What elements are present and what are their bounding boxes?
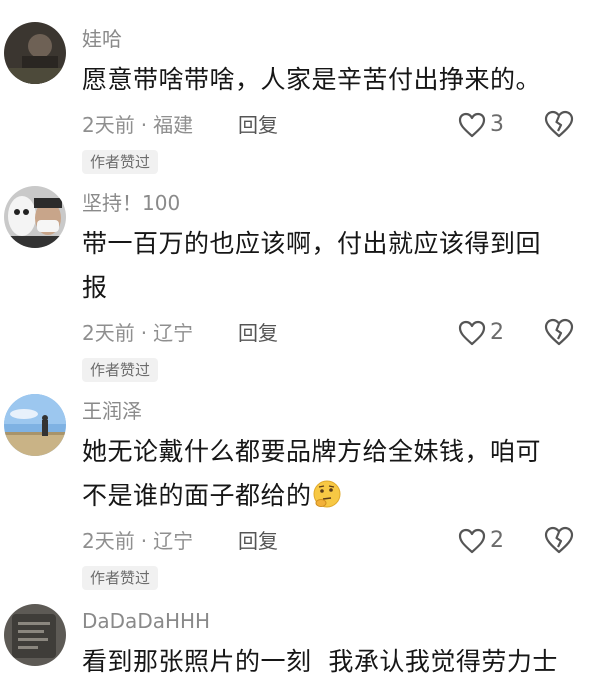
dislike-button[interactable] <box>544 526 574 556</box>
like-count: 2 <box>490 528 504 553</box>
thinking-face-emoji <box>312 479 342 509</box>
location: 福建 <box>153 113 194 137</box>
comment-meta: 2天前 · 辽宁 回复 2 <box>82 524 586 558</box>
reply-button[interactable]: 回复 <box>238 316 278 350</box>
author-liked-badge: 作者赞过 <box>82 566 159 590</box>
like-count: 2 <box>490 320 504 345</box>
comment-text-line: 带一百万的也应该啊，付出就应该得到回 <box>82 229 542 258</box>
username[interactable]: 王润泽 <box>82 398 586 424</box>
time-location: 2天前 · 辽宁 <box>82 524 193 558</box>
comment-text: 愿意带啥带啥，人家是辛苦付出挣来的。 <box>82 65 542 94</box>
comment-meta: 2天前 · 辽宁 回复 2 <box>82 316 586 350</box>
avatar[interactable] <box>4 604 66 666</box>
separator: · <box>140 321 148 345</box>
author-liked-badge: 作者赞过 <box>82 150 159 174</box>
comment-text: 她无论戴什么都要品牌方给全妹钱，咱可 不是谁的面子都给的 <box>82 430 586 518</box>
dislike-button[interactable] <box>544 318 574 348</box>
avatar[interactable] <box>4 186 66 248</box>
reply-button[interactable]: 回复 <box>238 524 278 558</box>
comment-text-line: 不是谁的面子都给的 <box>82 474 586 518</box>
comment-text: 看到那张照片的一刻 我承认我觉得劳力士 <box>82 647 558 676</box>
time-location: 2天前 · 福建 <box>82 108 193 142</box>
separator: · <box>140 529 148 553</box>
comment-text-line: 报 <box>82 273 108 302</box>
username[interactable]: 坚持！100 <box>82 190 586 216</box>
timestamp: 2天前 <box>82 529 135 553</box>
comment-text-segment: 不是谁的面子都给的 <box>82 481 312 510</box>
author-liked-badge: 作者赞过 <box>82 358 159 382</box>
username[interactable]: DaDaDaHHH <box>82 608 586 634</box>
broken-heart-outline-icon <box>544 318 574 346</box>
dislike-button[interactable] <box>544 110 574 140</box>
location: 辽宁 <box>153 321 194 345</box>
comment-text-line: 她无论戴什么都要品牌方给全妹钱，咱可 <box>82 437 542 466</box>
reply-button[interactable]: 回复 <box>238 108 278 142</box>
heart-outline-icon <box>458 320 486 346</box>
username[interactable]: 娃哈 <box>82 26 586 52</box>
like-button[interactable]: 2 <box>458 318 504 348</box>
comment-text: 带一百万的也应该啊，付出就应该得到回 报 <box>82 222 586 310</box>
broken-heart-outline-icon <box>544 526 574 554</box>
like-button[interactable]: 2 <box>458 526 504 556</box>
avatar[interactable] <box>4 22 66 84</box>
heart-outline-icon <box>458 112 486 138</box>
time-location: 2天前 · 辽宁 <box>82 316 193 350</box>
timestamp: 2天前 <box>82 113 135 137</box>
broken-heart-outline-icon <box>544 110 574 138</box>
location: 辽宁 <box>153 529 194 553</box>
timestamp: 2天前 <box>82 321 135 345</box>
separator: · <box>140 113 148 137</box>
like-count: 3 <box>490 112 504 137</box>
avatar[interactable] <box>4 394 66 456</box>
comment-meta: 2天前 · 福建 回复 3 <box>82 108 586 142</box>
heart-outline-icon <box>458 528 486 554</box>
like-button[interactable]: 3 <box>458 110 504 140</box>
